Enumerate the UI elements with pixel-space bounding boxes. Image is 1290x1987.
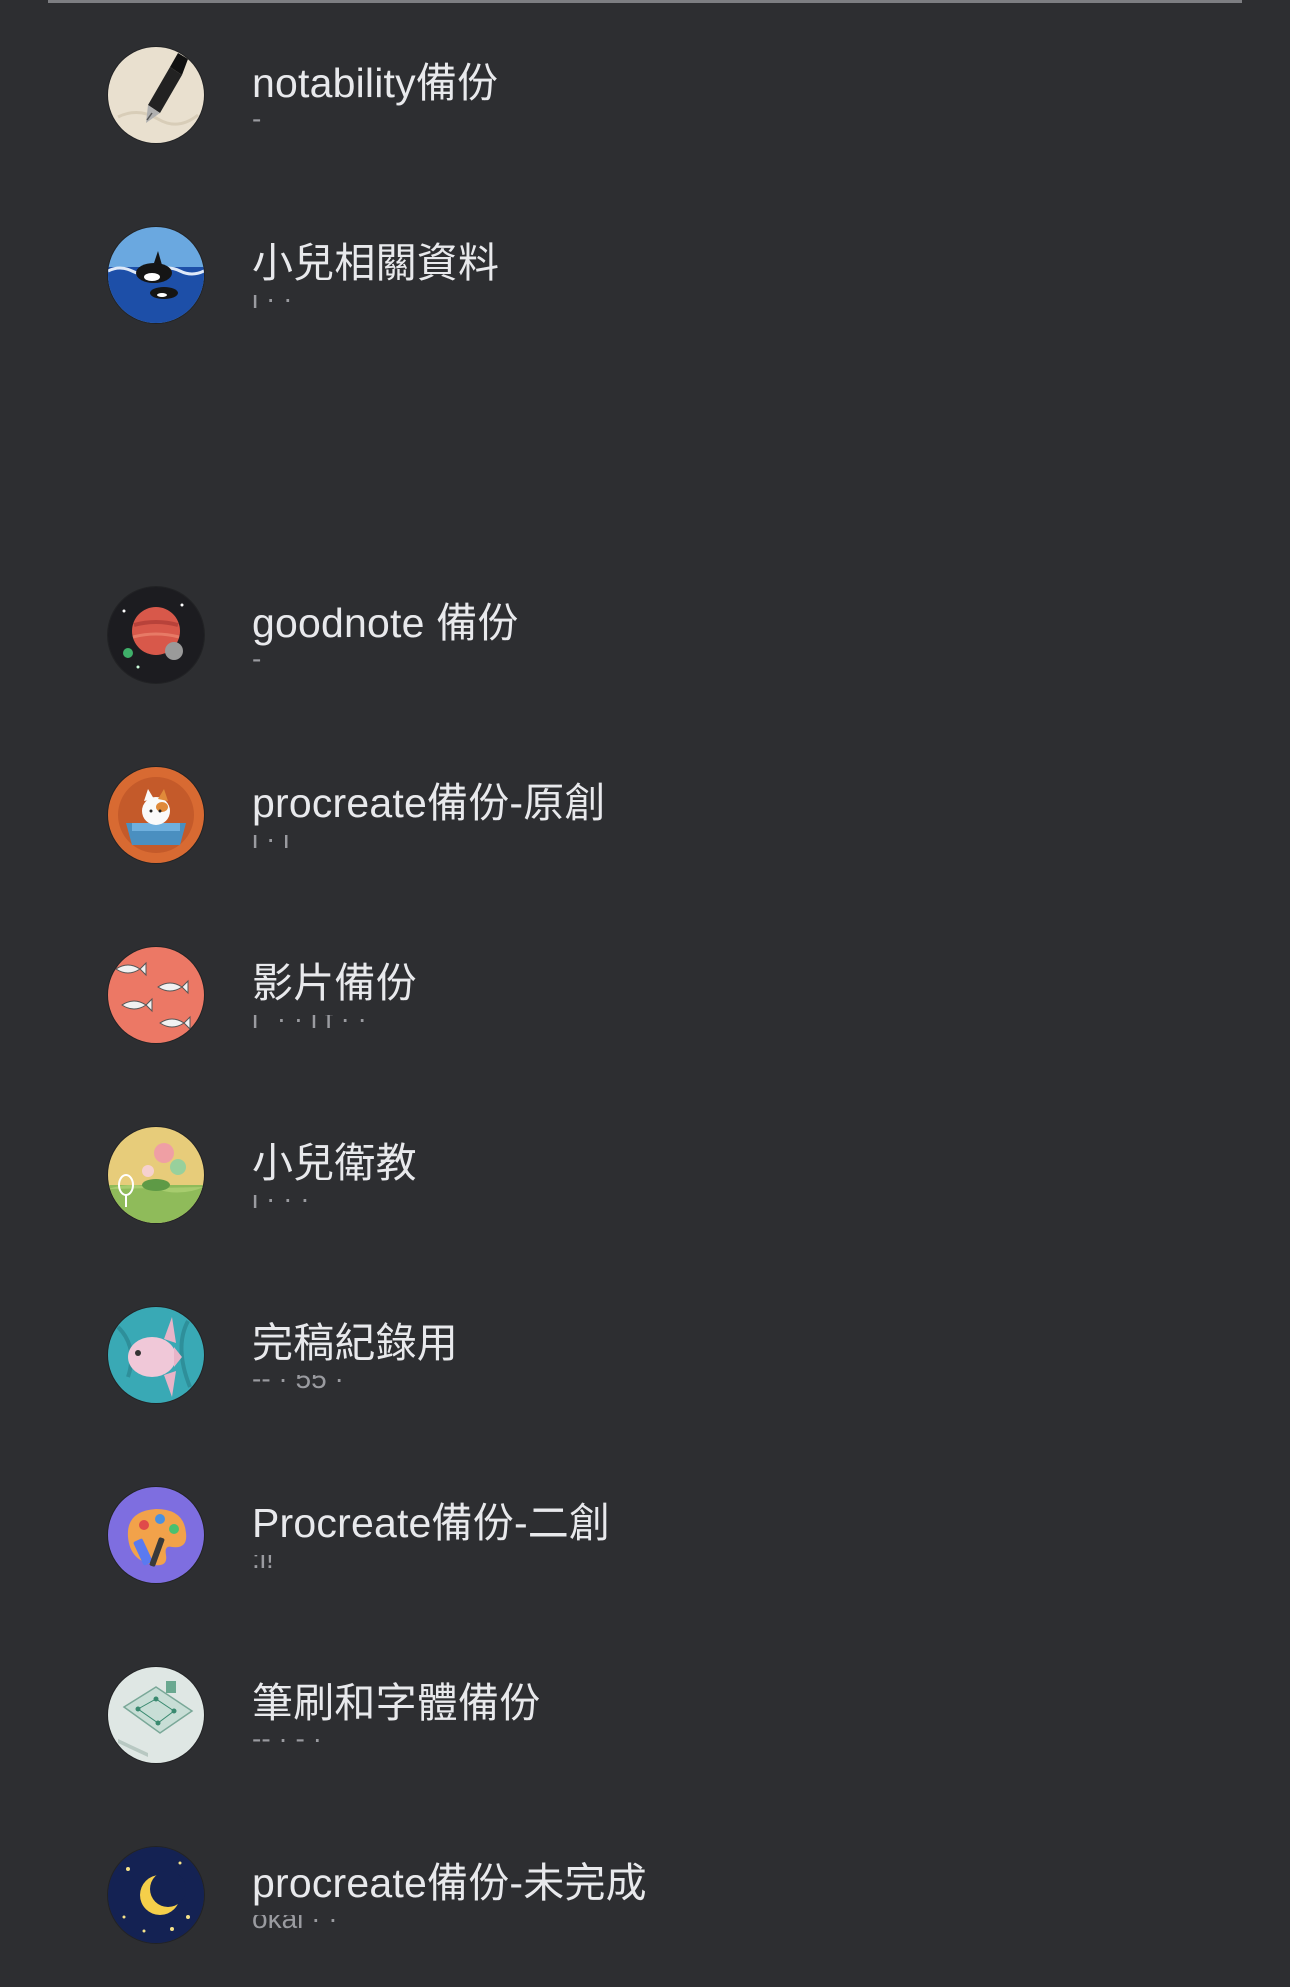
account-email-redacted: l'' · · i f · ·	[252, 1015, 367, 1029]
account-email-redacted: i · · ·	[252, 1195, 310, 1209]
account-email-redacted: -- · - ·	[252, 1735, 322, 1749]
account-email-redacted: i · ·	[252, 295, 292, 309]
account-name: 小兒相關資料	[252, 240, 500, 286]
fountain-pen-icon	[108, 47, 204, 143]
account-item-video-backup[interactable]: 影片備份 l'' · · i f · ·	[0, 905, 1290, 1075]
account-name: Procreate備份-二創	[252, 1500, 611, 1546]
cat-in-box-icon	[108, 767, 204, 863]
paint-palette-icon	[108, 1487, 204, 1583]
drafting-desk-icon	[108, 1667, 204, 1763]
planet-space-icon	[108, 587, 204, 683]
account-email-redacted: -- · 55 ·	[252, 1375, 344, 1389]
account-email-redacted: i · i	[252, 835, 289, 849]
bubbles-landscape-icon	[108, 1127, 204, 1223]
account-item-brushes-fonts[interactable]: 筆刷和字體備份 -- · - ·	[0, 1625, 1290, 1795]
account-name: 筆刷和字體備份	[252, 1680, 541, 1726]
account-item-pediatric-data[interactable]: 小兒相關資料 i · ·	[0, 185, 1290, 355]
account-name: procreate備份-原創	[252, 780, 606, 826]
orca-whale-icon	[108, 227, 204, 323]
crescent-moon-icon	[108, 1847, 204, 1943]
account-email-redacted: okal · ·	[252, 1915, 338, 1929]
account-item-procreate-fanart[interactable]: Procreate備份-二創 :i!	[0, 1445, 1290, 1615]
account-item-procreate-original[interactable]: procreate備份-原創 i · i	[0, 725, 1290, 895]
account-email-redacted: -	[252, 655, 261, 669]
account-email-redacted: :i!	[252, 1555, 274, 1569]
account-item-procreate-unfinished[interactable]: procreate備份-未完成 okal · ·	[0, 1805, 1290, 1975]
account-item-pediatric-education[interactable]: 小兒衛教 i · · ·	[0, 1085, 1290, 1255]
fish-pattern-icon	[108, 947, 204, 1043]
account-item-final-draft-records[interactable]: 完稿紀錄用 -- · 55 ·	[0, 1265, 1290, 1435]
account-name: 小兒衛教	[252, 1140, 417, 1186]
account-item-goodnote[interactable]: goodnote 備份 -	[0, 545, 1290, 715]
account-name: 影片備份	[252, 960, 417, 1006]
account-name: 完稿紀錄用	[252, 1320, 458, 1366]
sunfish-icon	[108, 1307, 204, 1403]
account-list: notability備份 - 小兒相關資料 i · ·	[0, 0, 1290, 1987]
account-name: goodnote 備份	[252, 600, 519, 646]
account-name: procreate備份-未完成	[252, 1860, 647, 1906]
account-email-redacted: -	[252, 115, 261, 129]
account-name: notability備份	[252, 60, 499, 106]
account-item-notability[interactable]: notability備份 -	[0, 5, 1290, 175]
